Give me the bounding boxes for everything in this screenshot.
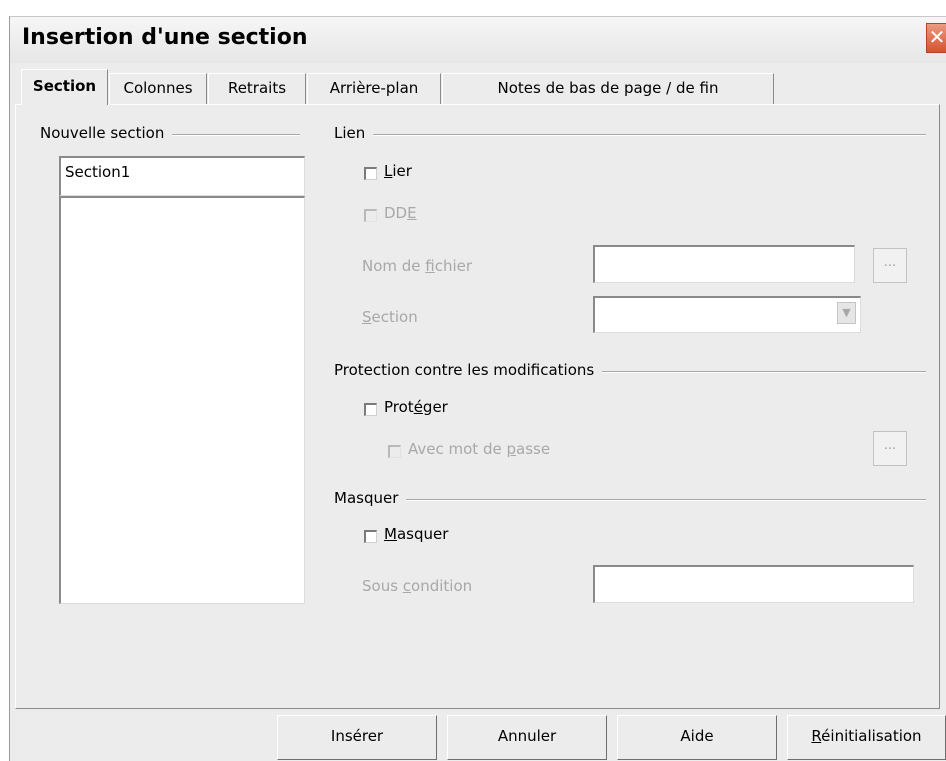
link-section-label: Section xyxy=(362,308,418,326)
insert-button[interactable]: Insérer xyxy=(277,715,437,760)
link-section-mnemonic: S xyxy=(362,308,372,326)
new-section-group-label: Nouvelle section xyxy=(40,124,173,142)
reset-label-text: éinitialisation xyxy=(821,727,922,745)
condition-label: Sous condition xyxy=(362,577,472,595)
tab-footnotes-endnotes[interactable]: Notes de bas de page / de fin xyxy=(442,73,774,104)
reset-mnemonic: R xyxy=(811,727,822,745)
insert-section-dialog: Insertion d'une section ✕ Section Colonn… xyxy=(9,16,946,761)
filename-label-text-end: ichier xyxy=(434,257,473,275)
password-checkbox[interactable] xyxy=(388,445,401,458)
protect-checkbox-label[interactable]: Protéger xyxy=(384,398,448,416)
protect-label-text-end: ger xyxy=(422,398,448,416)
protect-label-text: Prot xyxy=(384,398,414,416)
dde-checkbox[interactable] xyxy=(364,209,377,222)
password-label-text-end: asse xyxy=(516,440,551,458)
filename-input[interactable] xyxy=(593,245,855,283)
hide-checkbox-label[interactable]: Masquer xyxy=(384,525,448,543)
reset-button[interactable]: Réinitialisation xyxy=(787,715,946,760)
condition-label-text: Sous xyxy=(362,577,403,595)
password-mnemonic: p xyxy=(506,440,516,458)
tab-section[interactable]: Section xyxy=(21,69,108,105)
link-checkbox-label[interactable]: Lier xyxy=(384,162,412,180)
link-separator xyxy=(334,134,926,136)
browse-button[interactable]: ... xyxy=(873,248,907,283)
section-name-input[interactable]: Section1 xyxy=(59,156,305,196)
condition-mnemonic: c xyxy=(402,577,412,595)
condition-input[interactable] xyxy=(593,565,914,603)
cancel-button[interactable]: Annuler xyxy=(447,715,607,760)
protection-group-label: Protection contre les modifications xyxy=(334,361,603,379)
help-button[interactable]: Aide xyxy=(617,715,777,760)
hide-group-label: Masquer xyxy=(334,489,407,507)
link-checkbox[interactable] xyxy=(364,167,377,180)
protect-mnemonic: é xyxy=(413,398,423,416)
hide-label-text: asquer xyxy=(396,525,449,543)
filename-label-text: Nom de xyxy=(362,257,426,275)
filename-label: Nom de fichier xyxy=(362,257,472,275)
hide-mnemonic: M xyxy=(384,525,397,543)
link-section-dropdown[interactable]: ▼ xyxy=(593,296,861,333)
close-icon: ✕ xyxy=(928,25,946,49)
section-list[interactable] xyxy=(59,196,305,604)
section-name-value: Section1 xyxy=(65,163,131,181)
password-checkbox-label: Avec mot de passe xyxy=(408,440,550,458)
close-button[interactable]: ✕ xyxy=(926,23,946,53)
dde-checkbox-label: DDE xyxy=(384,204,417,222)
dde-mnemonic: E xyxy=(407,204,417,222)
tab-columns[interactable]: Colonnes xyxy=(109,73,207,104)
link-group-label: Lien xyxy=(334,124,374,142)
dde-label-text: DD xyxy=(384,204,408,222)
link-section-label-text: ection xyxy=(371,308,418,326)
tab-indents[interactable]: Retraits xyxy=(208,73,306,104)
hide-separator xyxy=(334,499,926,501)
section-tab-panel: Nouvelle section Section1 Lien Lier DDE … xyxy=(15,104,940,709)
condition-label-text-end: ondition xyxy=(411,577,473,595)
filename-mnemonic: f xyxy=(425,257,435,275)
link-label-text: ier xyxy=(392,162,412,180)
tab-background[interactable]: Arrière-plan xyxy=(307,73,441,104)
hide-checkbox[interactable] xyxy=(364,530,377,543)
dialog-title: Insertion d'une section xyxy=(22,25,308,50)
chevron-down-icon[interactable]: ▼ xyxy=(837,302,856,324)
protect-checkbox[interactable] xyxy=(364,403,377,416)
password-button[interactable]: ... xyxy=(873,431,907,466)
title-bar: Insertion d'une section ✕ xyxy=(10,17,946,63)
password-label-text: Avec mot de xyxy=(408,440,507,458)
